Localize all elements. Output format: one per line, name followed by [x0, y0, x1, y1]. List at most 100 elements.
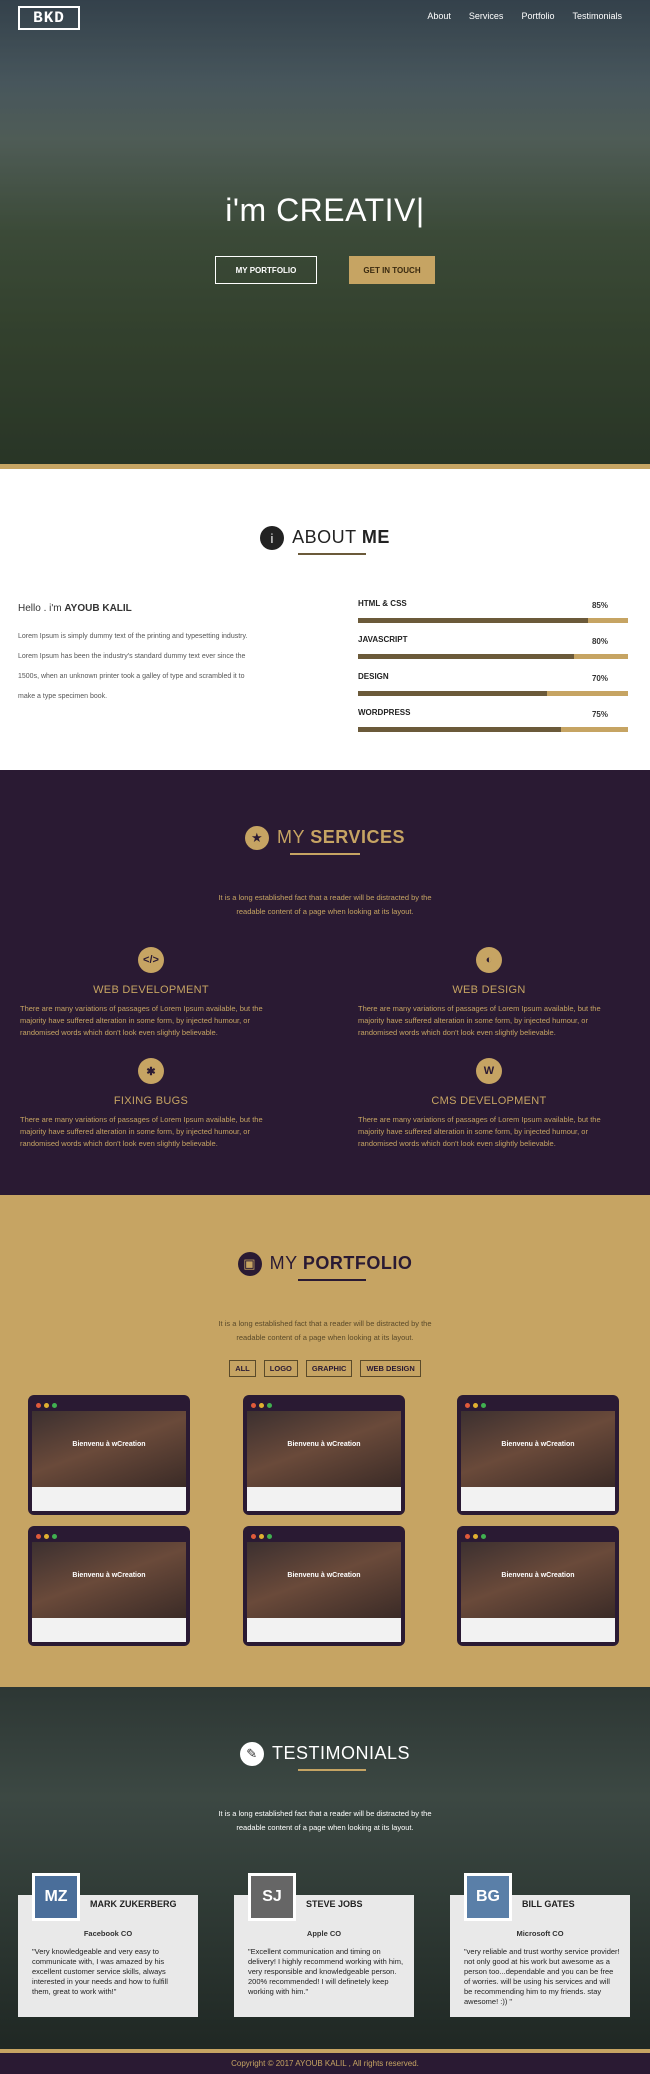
portfolio-card[interactable]: Bienvenu à wCreation	[28, 1395, 190, 1515]
card-caption: Bienvenu à wCreation	[72, 1441, 146, 1448]
hero-section: BKD About Services Portfolio Testimonial…	[0, 0, 650, 464]
hero-divider	[0, 464, 650, 469]
service-cms-development: W CMS DEVELOPMENT There are many variati…	[358, 1058, 620, 1150]
filter-web-design[interactable]: WEB DESIGN	[360, 1360, 421, 1377]
testimonial-quote: "Excellent communication and timing on d…	[248, 1947, 404, 1996]
portfolio-thumbnail: Bienvenu à wCreation	[461, 1411, 615, 1511]
portfolio-title-bold: PORTFOLIO	[302, 1252, 413, 1273]
hero-title-word: CREATIV	[276, 192, 416, 228]
thumbnail-footer	[461, 1487, 615, 1511]
nav-portfolio[interactable]: Portfolio	[521, 11, 554, 21]
testimonial-name: STEVE JOBS	[306, 1899, 363, 1909]
testimonial-company: Facebook CO	[83, 1929, 133, 1938]
about-title-light: ABOUT	[292, 526, 357, 547]
services-lead: It is a long established fact that a rea…	[0, 891, 650, 919]
portfolio-thumbnail: Bienvenu à wCreation	[247, 1542, 401, 1642]
services-lead-2: readable content of a page when looking …	[236, 907, 414, 916]
services-underline	[290, 853, 360, 855]
testimonials-lead-1: It is a long established fact that a rea…	[218, 1809, 432, 1818]
filter-graphic[interactable]: GRAPHIC	[305, 1360, 353, 1377]
code-icon: </>	[138, 947, 164, 973]
copyright-text: Copyright © 2017 AYOUB KALIL , All right…	[231, 2059, 419, 2068]
testimonials-section: ✎ TESTIMONIALS It is a long established f…	[0, 1687, 650, 2053]
nav-testimonials[interactable]: Testimonials	[572, 11, 622, 21]
main-nav: About Services Portfolio Testimonials	[427, 11, 622, 21]
card-caption: Bienvenu à wCreation	[501, 1572, 575, 1579]
about-title-bold: ME	[361, 526, 390, 547]
about-paragraph-4: make a type specimen book.	[18, 693, 108, 700]
portfolio-underline	[298, 1279, 366, 1281]
portfolio-card[interactable]: Bienvenu à wCreation	[243, 1526, 405, 1646]
about-paragraph-1: Lorem Ipsum is simply dummy text of the …	[18, 633, 248, 640]
skill-fill	[358, 727, 561, 732]
service-web-design: ◐ WEB DESIGN There are many variations o…	[358, 947, 620, 1039]
service-desc: There are many variations of passages of…	[20, 1115, 263, 1148]
skill-name: WORDPRESS	[358, 708, 411, 717]
portfolio-card[interactable]: Bienvenu à wCreation	[243, 1395, 405, 1515]
services-title-bold: SERVICES	[310, 826, 405, 847]
skill-fill	[358, 691, 547, 696]
nav-services[interactable]: Services	[469, 11, 504, 21]
get-in-touch-button[interactable]: GET IN TOUCH	[349, 256, 435, 284]
about-title: i ABOUT ME	[0, 526, 650, 550]
service-desc: There are many variations of passages of…	[358, 1004, 601, 1037]
portfolio-lead-1: It is a long established fact that a rea…	[218, 1319, 432, 1328]
portfolio-card[interactable]: Bienvenu à wCreation	[457, 1526, 619, 1646]
testimonial-name: BILL GATES	[522, 1899, 575, 1909]
testimonial-quote: "Very knowledgeable and very easy to com…	[32, 1947, 168, 1996]
testimonials-title: ✎ TESTIMONIALS	[0, 1742, 650, 1766]
portfolio-card[interactable]: Bienvenu à wCreation	[457, 1395, 619, 1515]
my-portfolio-button[interactable]: MY PORTFOLIO	[215, 256, 317, 284]
hero-title-prefix: i'm	[225, 192, 267, 228]
skill-percent: 85%	[591, 601, 608, 610]
thumbnail-footer	[247, 1487, 401, 1511]
skill-bar: DESIGN 70%	[358, 672, 628, 696]
testimonial-name: MARK ZUKERBERG	[90, 1899, 177, 1909]
portfolio-lead-2: readable content of a page when looking …	[236, 1333, 414, 1342]
filter-logo[interactable]: LOGO	[263, 1360, 298, 1377]
services-title-light: MY	[277, 826, 305, 847]
portfolio-title: ▣ MY PORTFOLIO	[0, 1252, 650, 1276]
service-desc: There are many variations of passages of…	[20, 1004, 263, 1037]
skill-fill	[358, 654, 574, 659]
nav-about[interactable]: About	[427, 11, 451, 21]
skill-bar: HTML & CSS 85%	[358, 599, 628, 623]
portfolio-filters: ALL LOGO GRAPHIC WEB DESIGN	[0, 1360, 650, 1377]
portfolio-card[interactable]: Bienvenu à wCreation	[28, 1526, 190, 1646]
hello-text: Hello . i'm	[18, 603, 62, 614]
avatar: BG	[464, 1873, 512, 1921]
services-title: ★ MY SERVICES	[0, 826, 650, 850]
portfolio-thumbnail: Bienvenu à wCreation	[32, 1411, 186, 1511]
portfolio-title-light: MY	[269, 1252, 298, 1273]
window-controls	[461, 1399, 615, 1411]
thumbnail-footer	[32, 1487, 186, 1511]
site-logo[interactable]: BKD	[18, 6, 80, 30]
skill-name: DESIGN	[358, 672, 389, 681]
hero-overlay	[0, 0, 650, 464]
filter-all[interactable]: ALL	[229, 1360, 256, 1377]
window-controls	[247, 1530, 401, 1542]
card-caption: Bienvenu à wCreation	[72, 1572, 146, 1579]
skill-fill	[358, 618, 588, 623]
skill-percent: 80%	[591, 637, 608, 646]
portfolio-thumbnail: Bienvenu à wCreation	[247, 1411, 401, 1511]
skill-percent: 75%	[591, 710, 608, 719]
testimonial-card: BG BILL GATES Microsoft CO "very reliabl…	[450, 1873, 630, 2017]
card-caption: Bienvenu à wCreation	[501, 1441, 575, 1448]
services-section: ★ MY SERVICES It is a long established fa…	[0, 770, 650, 1195]
thumbnail-footer	[247, 1618, 401, 1642]
skill-percent: 70%	[591, 674, 608, 683]
thumbnail-footer	[32, 1618, 186, 1642]
portfolio-thumbnail: Bienvenu à wCreation	[461, 1542, 615, 1642]
footer: Copyright © 2017 AYOUB KALIL , All right…	[0, 2053, 650, 2074]
window-controls	[247, 1399, 401, 1411]
star-icon: ★	[245, 826, 270, 850]
hero-title: i'm CREATIV|	[225, 192, 425, 228]
service-title: WEB DEVELOPMENT	[93, 984, 209, 996]
service-title: CMS DEVELOPMENT	[431, 1095, 547, 1107]
testimonials-title-text: TESTIMONIALS	[271, 1742, 411, 1763]
service-title: WEB DESIGN	[452, 984, 526, 996]
about-paragraph-2: Lorem Ipsum has been the industry's stan…	[18, 653, 246, 660]
bug-icon: ✱	[138, 1058, 164, 1084]
service-title: FIXING BUGS	[113, 1095, 189, 1107]
